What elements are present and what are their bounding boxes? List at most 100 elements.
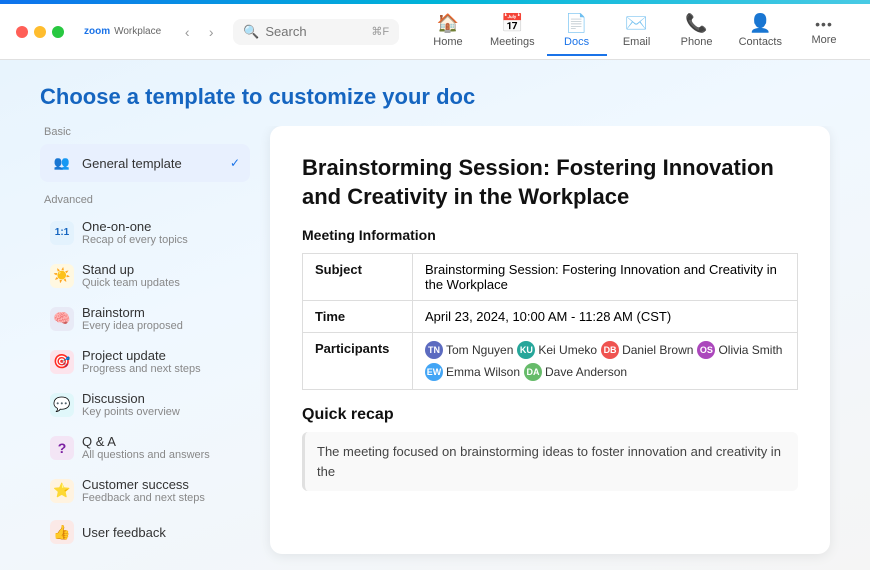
one-on-one-icon: 1:1 [50,221,74,245]
minimize-button[interactable] [34,26,46,38]
meetings-icon: 📅 [501,13,523,34]
search-input[interactable] [265,24,365,39]
participants-value: TN Tom Nguyen KU Kei Umeko DB Daniel Bro… [413,333,798,390]
titlebar: zoom Workplace ‹ › 🔍 ⌘F 🏠 Home 📅 Meeting… [0,4,870,60]
quick-recap-section: Quick recap The meeting focused on brain… [302,406,798,491]
contacts-icon: 👤 [749,13,771,34]
sidebar-item-project-update[interactable]: 🎯 Project update Progress and next steps [40,341,250,382]
content-area: Basic 👥 General template ✓ Advanced 1:1 … [0,126,870,570]
preview-doc-title: Brainstorming Session: Fostering Innovat… [302,154,798,211]
one-on-one-desc: Recap of every topics [82,234,240,246]
tab-phone-label: Phone [681,36,713,48]
tab-home-label: Home [433,36,462,48]
qa-desc: All questions and answers [82,449,240,461]
participants-label: Participants [303,333,413,390]
tab-more-label: More [811,34,836,46]
customer-success-name: Customer success [82,477,240,492]
tab-docs-label: Docs [564,36,589,48]
advanced-section-label: Advanced [40,194,250,206]
template-sidebar: Basic 👥 General template ✓ Advanced 1:1 … [40,126,250,554]
sidebar-item-general[interactable]: 👥 General template ✓ [40,144,250,182]
sidebar-item-discussion[interactable]: 💬 Discussion Key points overview [40,384,250,425]
sidebar-item-one-on-one[interactable]: 1:1 One-on-one Recap of every topics [40,212,250,253]
tab-phone[interactable]: 📞 Phone [667,7,727,56]
basic-section-label: Basic [40,126,250,138]
checkmark-icon: ✓ [230,156,240,170]
one-on-one-name: One-on-one [82,219,240,234]
avatar-kei: KU [517,341,535,359]
main-content: Choose a template to customize your doc … [0,60,870,570]
customer-success-icon: ⭐ [50,479,74,503]
general-template-icon: 👥 [50,151,74,175]
tab-email-label: Email [623,36,651,48]
participants-list: TN Tom Nguyen KU Kei Umeko DB Daniel Bro… [425,341,785,381]
sidebar-item-standup[interactable]: ☀️ Stand up Quick team updates [40,255,250,296]
search-shortcut: ⌘F [371,25,389,38]
email-icon: ✉️ [625,13,647,34]
avatar-daniel: DB [601,341,619,359]
sidebar-item-brainstorm[interactable]: 🧠 Brainstorm Every idea proposed [40,298,250,339]
close-button[interactable] [16,26,28,38]
back-button[interactable]: ‹ [177,22,197,42]
general-template-name: General template [82,156,222,171]
project-update-icon: 🎯 [50,350,74,374]
participant-olivia: OS Olivia Smith [697,341,782,359]
sidebar-item-user-feedback[interactable]: 👍 User feedback [40,513,250,551]
brainstorm-icon: 🧠 [50,307,74,331]
brainstorm-name: Brainstorm [82,305,240,320]
meeting-info-label: Meeting Information [302,227,798,243]
participant-daniel: DB Daniel Brown [601,341,693,359]
avatar-dave: DA [524,363,542,381]
tab-contacts[interactable]: 👤 Contacts [727,7,794,56]
quick-recap-title: Quick recap [302,406,798,424]
traffic-lights [16,26,64,38]
project-update-name: Project update [82,348,240,363]
tab-email[interactable]: ✉️ Email [607,7,667,56]
time-label: Time [303,301,413,333]
avatar-emma: EW [425,363,443,381]
tab-docs[interactable]: 📄 Docs [547,7,607,56]
template-preview: Brainstorming Session: Fostering Innovat… [270,126,830,554]
sidebar-item-qa[interactable]: ? Q & A All questions and answers [40,427,250,468]
standup-name: Stand up [82,262,240,277]
table-row: Subject Brainstorming Session: Fostering… [303,254,798,301]
subject-value: Brainstorming Session: Fostering Innovat… [413,254,798,301]
tab-home[interactable]: 🏠 Home [418,7,478,56]
tab-meetings[interactable]: 📅 Meetings [478,7,547,56]
meeting-info-table: Subject Brainstorming Session: Fostering… [302,253,798,390]
participant-kei: KU Kei Umeko [517,341,597,359]
search-bar[interactable]: 🔍 ⌘F [233,19,399,45]
discussion-desc: Key points overview [82,406,240,418]
forward-button[interactable]: › [201,22,221,42]
user-feedback-icon: 👍 [50,520,74,544]
more-icon: ••• [815,16,833,32]
sidebar-item-customer-success[interactable]: ⭐ Customer success Feedback and next ste… [40,470,250,511]
tab-meetings-label: Meetings [490,36,535,48]
page-title: Choose a template to customize your doc [40,84,830,110]
tab-more[interactable]: ••• More [794,10,854,54]
user-feedback-name: User feedback [82,525,240,540]
participant-tom: TN Tom Nguyen [425,341,513,359]
table-row: Time April 23, 2024, 10:00 AM - 11:28 AM… [303,301,798,333]
table-row: Participants TN Tom Nguyen KU Kei Umeko [303,333,798,390]
qa-name: Q & A [82,434,240,449]
standup-desc: Quick team updates [82,277,240,289]
fullscreen-button[interactable] [52,26,64,38]
tab-contacts-label: Contacts [739,36,782,48]
quick-recap-text: The meeting focused on brainstorming ide… [302,432,798,491]
zoom-logo: zoom Workplace [84,26,161,37]
discussion-icon: 💬 [50,393,74,417]
customer-success-desc: Feedback and next steps [82,492,240,504]
discussion-name: Discussion [82,391,240,406]
qa-icon: ? [50,436,74,460]
search-icon: 🔍 [243,24,259,40]
nav-tabs: 🏠 Home 📅 Meetings 📄 Docs ✉️ Email 📞 Phon… [418,7,854,56]
participant-dave: DA Dave Anderson [524,363,627,381]
brainstorm-desc: Every idea proposed [82,320,240,332]
page-title-section: Choose a template to customize your doc [0,60,870,126]
advanced-section: Advanced 1:1 One-on-one Recap of every t… [40,194,250,551]
project-update-desc: Progress and next steps [82,363,240,375]
standup-icon: ☀️ [50,264,74,288]
home-icon: 🏠 [437,13,459,34]
subject-label: Subject [303,254,413,301]
